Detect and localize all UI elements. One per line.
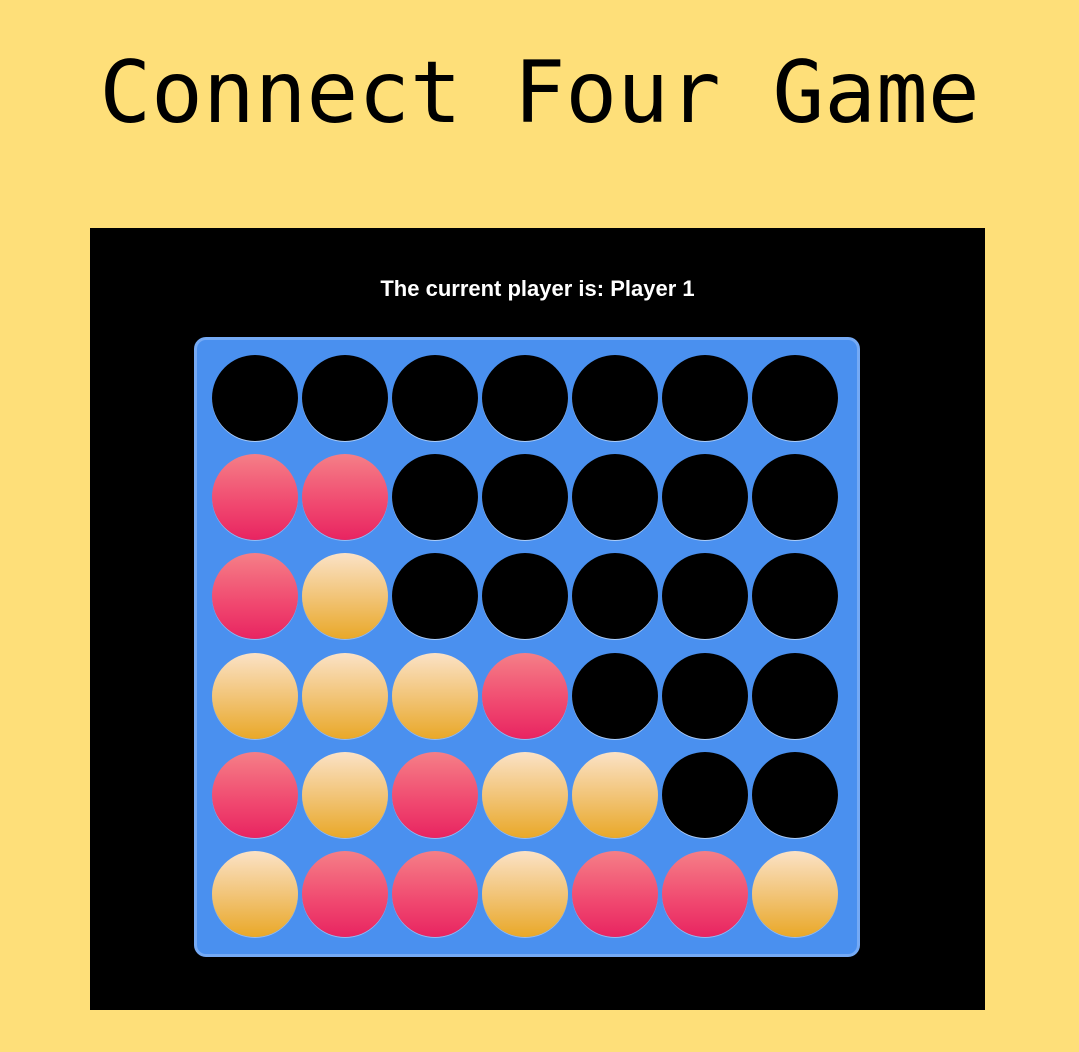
board-cell-r4-c4[interactable]	[482, 652, 568, 739]
board-cell-r4-c3[interactable]	[392, 652, 478, 739]
board-cell-r5-c7[interactable]	[752, 751, 838, 838]
board-cell-r5-c4[interactable]	[482, 751, 568, 838]
board-cell-r3-c5[interactable]	[572, 553, 658, 640]
current-player-status: The current player is: Player 1	[90, 275, 985, 303]
board-cell-r2-c3[interactable]	[392, 454, 478, 541]
board-cell-r2-c1[interactable]	[212, 454, 298, 541]
board-cell-r6-c4[interactable]	[482, 851, 568, 937]
board-cell-r2-c4[interactable]	[482, 454, 568, 541]
board-cell-r1-c2[interactable]	[302, 355, 388, 441]
board-cell-r5-c1[interactable]	[212, 751, 298, 838]
board-cell-r1-c7[interactable]	[752, 355, 838, 441]
board-cell-r5-c6[interactable]	[662, 751, 748, 838]
board-cell-r2-c6[interactable]	[662, 454, 748, 541]
board-cell-r4-c7[interactable]	[752, 652, 838, 739]
board-cell-r1-c3[interactable]	[392, 355, 478, 441]
board-cell-r3-c6[interactable]	[662, 553, 748, 640]
board-cell-r6-c1[interactable]	[212, 851, 298, 937]
board-cell-r2-c5[interactable]	[572, 454, 658, 541]
board-cell-r1-c4[interactable]	[482, 355, 568, 441]
board-cell-r1-c5[interactable]	[572, 355, 658, 441]
board-cell-r3-c1[interactable]	[212, 553, 298, 640]
current-player-name: Player 1	[610, 276, 695, 301]
page-title: Connect Four Game	[99, 43, 980, 143]
board-cell-r3-c4[interactable]	[482, 553, 568, 640]
board-cell-r6-c3[interactable]	[392, 851, 478, 937]
board-cell-r4-c1[interactable]	[212, 652, 298, 739]
game-board	[194, 337, 860, 957]
board-cell-r4-c5[interactable]	[572, 652, 658, 739]
board-cell-r4-c6[interactable]	[662, 652, 748, 739]
board-cell-r1-c1[interactable]	[212, 355, 298, 441]
board-cell-r3-c3[interactable]	[392, 553, 478, 640]
board-cell-r6-c6[interactable]	[662, 851, 748, 937]
board-cell-r1-c6[interactable]	[662, 355, 748, 441]
board-cell-r6-c7[interactable]	[752, 851, 838, 937]
game-panel: The current player is: Player 1	[90, 228, 985, 1010]
board-cell-r6-c5[interactable]	[572, 851, 658, 937]
board-cell-r6-c2[interactable]	[302, 851, 388, 937]
board-cell-r2-c7[interactable]	[752, 454, 838, 541]
board-cell-r3-c2[interactable]	[302, 553, 388, 640]
board-cell-r5-c5[interactable]	[572, 751, 658, 838]
board-cell-r5-c2[interactable]	[302, 751, 388, 838]
status-label: The current player is:	[380, 276, 605, 301]
board-cell-r4-c2[interactable]	[302, 652, 388, 739]
board-cell-r3-c7[interactable]	[752, 553, 838, 640]
board-cell-r5-c3[interactable]	[392, 751, 478, 838]
board-cell-r2-c2[interactable]	[302, 454, 388, 541]
